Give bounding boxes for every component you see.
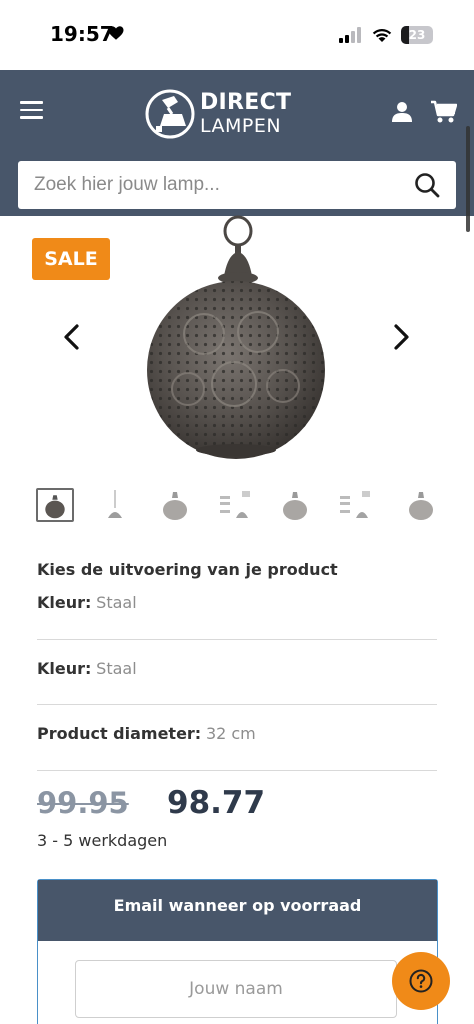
- account-icon[interactable]: [391, 101, 413, 123]
- option-label: Product diameter:: [37, 724, 202, 743]
- option-diameter[interactable]: Product diameter: 32 cm: [37, 724, 256, 744]
- thumbnail-1[interactable]: [36, 488, 74, 522]
- search-input[interactable]: [18, 161, 398, 209]
- wifi-icon: [372, 28, 392, 42]
- old-price: 99.95: [37, 786, 129, 820]
- sale-price: 98.77: [167, 785, 266, 821]
- sale-badge: SALE: [32, 238, 110, 280]
- option-value: 32 cm: [205, 724, 256, 743]
- thumbnail-6[interactable]: [336, 488, 374, 522]
- divider: [37, 704, 437, 705]
- name-field[interactable]: [75, 960, 397, 1018]
- thumbnail-5[interactable]: [276, 488, 314, 522]
- logo-text-direct: DIRECT: [200, 90, 292, 115]
- status-bar: 19:57 23: [0, 0, 474, 70]
- thumbnail-3[interactable]: [156, 488, 194, 522]
- product-image: [147, 215, 325, 459]
- divider: [37, 639, 437, 640]
- thumbnail-strip: [36, 488, 440, 522]
- status-time: 19:57: [50, 22, 114, 46]
- chevron-right-icon[interactable]: [389, 322, 413, 352]
- option-color-2[interactable]: Kleur: Staal: [37, 659, 137, 679]
- heart-icon: [108, 26, 124, 40]
- thumbnail-7[interactable]: [402, 488, 440, 522]
- thumbnail-4[interactable]: [216, 488, 254, 522]
- menu-icon[interactable]: [20, 101, 44, 121]
- battery-icon: 23: [401, 26, 433, 44]
- variant-title: Kies de uitvoering van je product: [37, 560, 338, 579]
- option-color-1[interactable]: Kleur: Staal: [37, 593, 137, 613]
- battery-level: 23: [408, 28, 426, 42]
- chevron-left-icon[interactable]: [60, 322, 84, 352]
- option-label: Kleur:: [37, 659, 92, 678]
- signal-icon: [339, 27, 361, 43]
- search-icon[interactable]: [414, 172, 440, 198]
- site-logo[interactable]: DIRECT LAMPEN: [144, 87, 294, 141]
- option-value: Staal: [96, 593, 137, 612]
- question-icon: [409, 969, 433, 993]
- stock-alert-form: Email wanneer op voorraad: [37, 879, 438, 1024]
- option-label: Kleur:: [37, 593, 92, 612]
- thumbnail-2[interactable]: [96, 488, 134, 522]
- stock-alert-title: Email wanneer op voorraad: [38, 880, 437, 941]
- search-box: [18, 161, 456, 209]
- option-value: Staal: [96, 659, 137, 678]
- page-scrollbar[interactable]: [466, 126, 470, 232]
- divider: [37, 770, 437, 771]
- logo-text-lampen: LAMPEN: [200, 115, 282, 137]
- logo-lamp-icon: [145, 89, 195, 139]
- delivery-time: 3 - 5 werkdagen: [37, 831, 168, 850]
- help-button[interactable]: [392, 952, 450, 1010]
- cart-icon[interactable]: [430, 100, 457, 124]
